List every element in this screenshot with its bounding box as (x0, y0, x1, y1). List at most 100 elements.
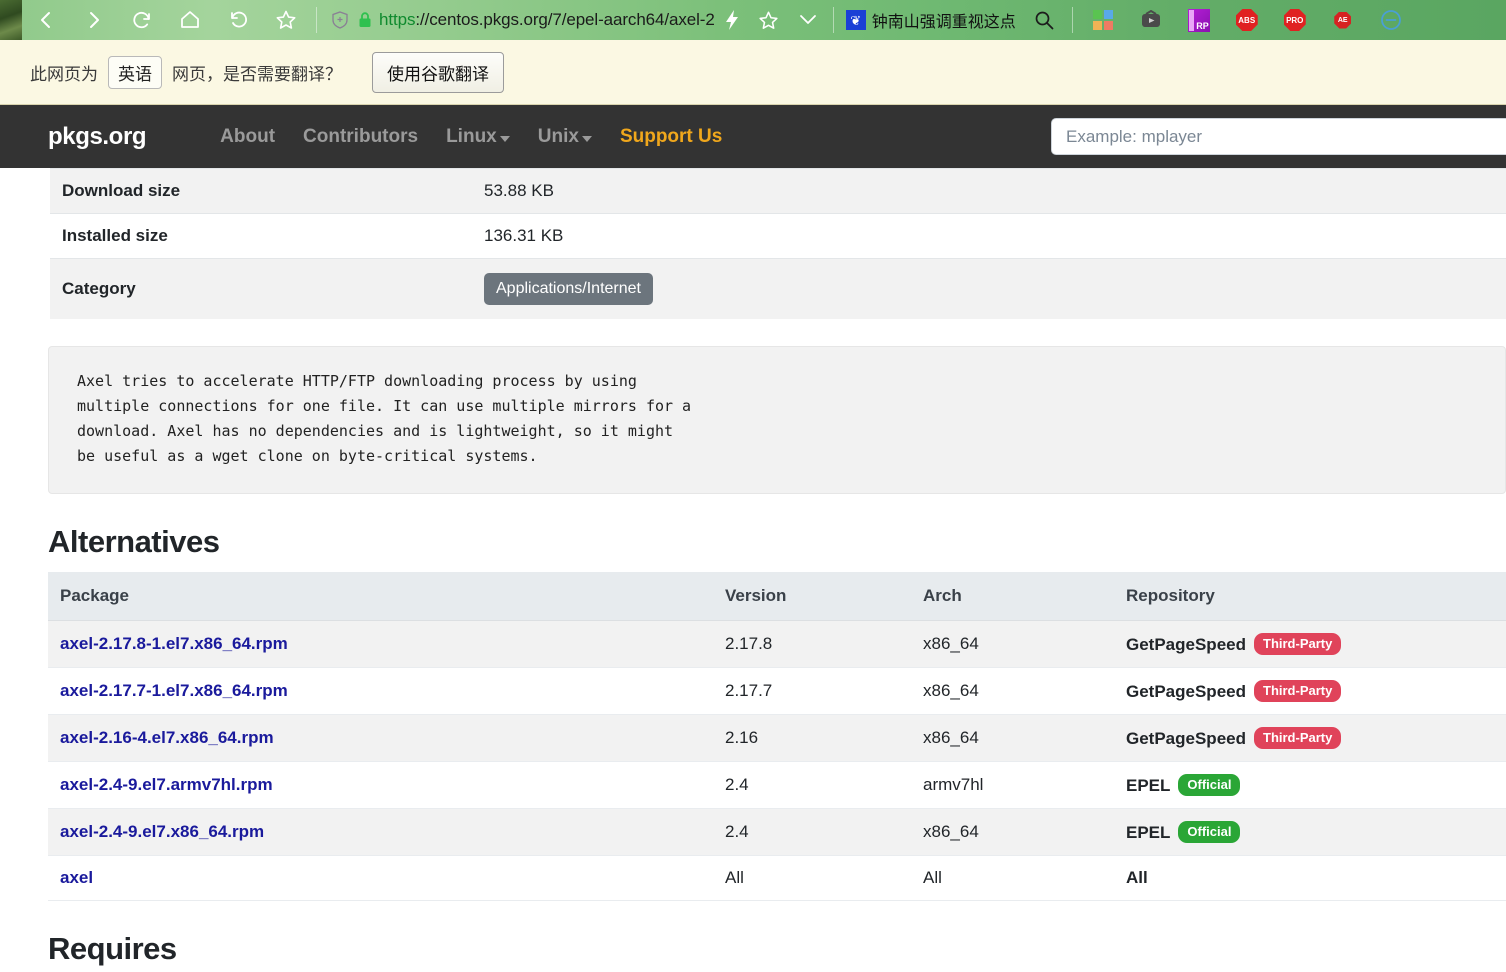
cell-repository: EPEL Official (1114, 761, 1506, 809)
nav-link-support-us-label: Support Us (619, 125, 723, 147)
cell-version: 2.17.8 (713, 620, 911, 668)
cell-arch: x86_64 (911, 667, 1114, 715)
nav-link-contributors[interactable]: Contributors (303, 126, 418, 148)
microsoft-office-icon[interactable] (1079, 0, 1127, 40)
back-button[interactable] (22, 0, 70, 40)
status-badge: Third-Party (1254, 633, 1342, 655)
category-badge[interactable]: Applications/Internet (484, 273, 653, 305)
url-rest: ://centos.pkgs.org/7/epel-aarch64/axel-2 (415, 10, 715, 29)
package-link[interactable]: axel-2.17.8-1.el7.x86_64.rpm (60, 634, 288, 653)
info-value-download-size: 53.88 KB (484, 181, 554, 200)
bookmark-star-icon (274, 8, 298, 32)
status-badge: Third-Party (1254, 727, 1342, 749)
table-row: axel-2.17.7-1.el7.x86_64.rpm 2.17.7 x86_… (48, 667, 1506, 715)
cell-package: axel-2.16-4.el7.x86_64.rpm (48, 714, 713, 762)
lock-icon (353, 11, 377, 29)
cell-repository: GetPageSpeed Third-Party (1114, 620, 1506, 668)
adblock-extra-icon[interactable]: AE (1319, 0, 1367, 40)
info-label-installed-size: Installed size (62, 226, 168, 245)
nav-link-about-label: About (220, 125, 276, 147)
table-row: axel-2.16-4.el7.x86_64.rpm 2.16 x86_64 G… (48, 714, 1506, 762)
reload-button[interactable] (118, 0, 166, 40)
table-row: Category Applications/Internet (50, 258, 1506, 320)
nav-link-linux-label: Linux (446, 125, 497, 147)
info-label-download-size: Download size (62, 181, 181, 200)
table-row: axel-2.4-9.el7.x86_64.rpm 2.4 x86_64 EPE… (48, 808, 1506, 856)
forward-button[interactable] (70, 0, 118, 40)
cell-repository: All (1114, 855, 1506, 901)
package-link[interactable]: axel-2.4-9.el7.armv7hl.rpm (60, 775, 273, 794)
search-icon[interactable] (1022, 9, 1066, 31)
repo-name: GetPageSpeed (1126, 729, 1246, 748)
column-header-package: Package (48, 572, 713, 621)
chevron-down-icon (581, 135, 592, 142)
url-scheme: https (379, 10, 416, 29)
bookmark-star-button[interactable] (262, 0, 310, 40)
cell-version: 2.16 (713, 714, 911, 762)
cell-package: axel-2.17.7-1.el7.x86_64.rpm (48, 667, 713, 715)
column-header-repository: Repository (1114, 572, 1506, 621)
use-google-translate-button[interactable]: 使用谷歌翻译 (372, 51, 504, 93)
column-header-arch: Arch (911, 572, 1114, 621)
cell-package: axel (48, 855, 713, 901)
cell-package: axel-2.17.8-1.el7.x86_64.rpm (48, 620, 713, 668)
status-badge: Third-Party (1254, 680, 1342, 702)
chevron-down-icon (499, 135, 510, 142)
star-icon[interactable] (749, 9, 789, 32)
cell-repository: EPEL Official (1114, 808, 1506, 856)
site-brand-link[interactable]: pkgs.org (48, 123, 147, 151)
alternatives-table: Package Version Arch Repository axel-2.1… (48, 572, 1506, 901)
cell-version: 2.4 (713, 761, 911, 809)
video-downloader-icon[interactable] (1127, 0, 1175, 40)
cell-repository: GetPageSpeed Third-Party (1114, 667, 1506, 715)
package-link[interactable]: axel-2.4-9.el7.x86_64.rpm (60, 822, 264, 841)
info-value-installed-size: 136.31 KB (484, 226, 564, 245)
repo-name: EPEL (1126, 776, 1171, 795)
toolbar-divider-2 (832, 7, 834, 33)
recorder-pro-icon[interactable]: RP (1175, 0, 1223, 40)
column-header-version: Version (713, 572, 911, 621)
nav-link-linux[interactable]: Linux (446, 126, 510, 148)
package-link[interactable]: axel (60, 868, 93, 887)
status-badge: Official (1178, 821, 1241, 843)
shield-icon[interactable] (327, 10, 353, 30)
toolbar-divider (316, 7, 317, 33)
back-icon (35, 9, 57, 31)
proxy-icon[interactable]: PRO (1271, 0, 1319, 40)
cell-arch: x86_64 (911, 808, 1114, 856)
package-link[interactable]: axel-2.16-4.el7.x86_64.rpm (60, 728, 274, 747)
page-content: Download size 53.88 KB Installed size 13… (0, 168, 1506, 972)
chevron-down-icon[interactable] (789, 13, 827, 27)
table-row: Download size 53.88 KB (50, 168, 1506, 214)
repo-name: EPEL (1126, 823, 1171, 842)
home-icon (178, 8, 202, 32)
adblock-icon[interactable]: ABS (1223, 0, 1271, 40)
minus-circle-icon[interactable] (1367, 0, 1415, 40)
nav-link-support-us[interactable]: Support Us (620, 126, 722, 148)
repo-name: GetPageSpeed (1126, 682, 1246, 701)
package-link[interactable]: axel-2.17.7-1.el7.x86_64.rpm (60, 681, 288, 700)
home-button[interactable] (166, 0, 214, 40)
site-navbar: pkgs.org About Contributors Linux Unix S… (0, 105, 1506, 168)
repo-name: All (1126, 868, 1148, 887)
forward-icon (83, 9, 105, 31)
nav-links: About Contributors Linux Unix Support Us (220, 126, 722, 148)
search-input[interactable] (1051, 118, 1506, 155)
repo-name: GetPageSpeed (1126, 635, 1246, 654)
lightning-icon[interactable] (715, 9, 749, 31)
nav-link-unix[interactable]: Unix (538, 126, 592, 148)
requires-heading: Requires (48, 931, 177, 966)
address-bar[interactable]: https://centos.pkgs.org/7/epel-aarch64/a… (323, 0, 715, 40)
cell-version: 2.17.7 (713, 667, 911, 715)
package-info-table: Download size 53.88 KB Installed size 13… (50, 168, 1506, 319)
nav-link-about[interactable]: About (220, 126, 275, 148)
toolbar-divider-3 (1071, 7, 1073, 33)
news-headline-item[interactable]: ❦ 钟南山强调重视这点 (840, 8, 1022, 32)
url-text: https://centos.pkgs.org/7/epel-aarch64/a… (379, 10, 715, 30)
alternatives-heading: Alternatives (48, 524, 220, 559)
translate-language-chip[interactable]: 英语 (108, 55, 162, 89)
table-header-row: Package Version Arch Repository (48, 572, 1506, 621)
cell-arch: All (911, 855, 1114, 901)
undo-button[interactable] (214, 0, 262, 40)
info-value-category: Applications/Internet (472, 259, 1506, 320)
